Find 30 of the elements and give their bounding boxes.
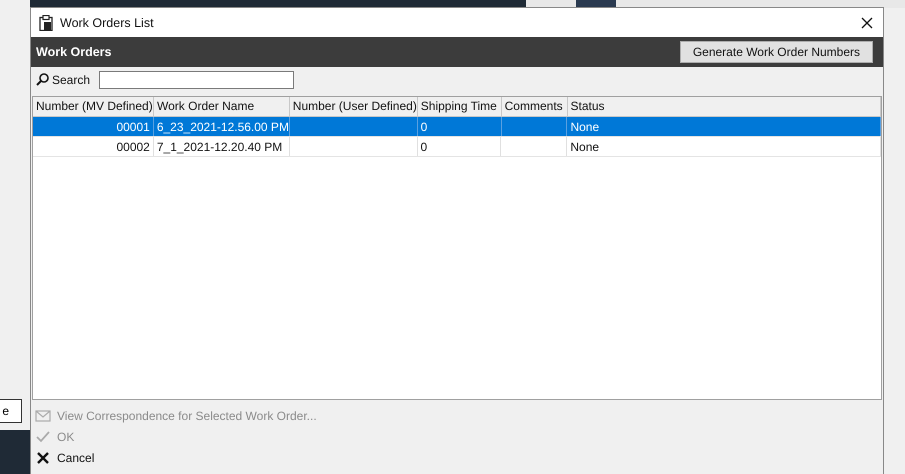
table-cell: 6_23_2021-12.56.00 PM: [154, 117, 290, 136]
search-icon: [36, 73, 49, 86]
background-window: [0, 430, 30, 474]
column-header[interactable]: Shipping Time: [418, 97, 502, 116]
section-title: Work Orders: [36, 45, 112, 59]
table-cell: None: [567, 137, 881, 156]
column-header[interactable]: Number (MV Defined): [33, 97, 154, 116]
table-cell: None: [567, 117, 881, 136]
check-icon: [35, 429, 51, 445]
clipboard-icon: [39, 14, 53, 30]
table-cell: 00002: [33, 137, 154, 156]
column-header[interactable]: Work Order Name: [154, 97, 290, 116]
table-cell: 0: [418, 137, 502, 156]
table-cell: 0: [418, 117, 502, 136]
table-cell: 00001: [33, 117, 154, 136]
table-row[interactable]: 00001 6_23_2021-12.56.00 PM 0 None: [33, 117, 881, 137]
table-row[interactable]: 00002 7_1_2021-12.20.40 PM 0 None: [33, 137, 881, 157]
window-title: Work Orders List: [60, 16, 155, 30]
envelope-icon: [35, 408, 51, 424]
table-cell: 7_1_2021-12.20.40 PM: [154, 137, 290, 156]
column-header[interactable]: Status: [568, 97, 881, 116]
generate-button[interactable]: Generate Work Order Numbers: [680, 41, 873, 63]
action-link[interactable]: Cancel: [57, 451, 94, 465]
close-icon[interactable]: [861, 16, 873, 28]
column-header[interactable]: Number (User Defined): [290, 97, 418, 116]
search-field[interactable]: [99, 70, 294, 88]
close-icon: [35, 450, 51, 466]
search-label: Search: [52, 72, 90, 86]
background-button[interactable]: e: [0, 399, 22, 423]
column-header[interactable]: Comments: [502, 97, 568, 116]
